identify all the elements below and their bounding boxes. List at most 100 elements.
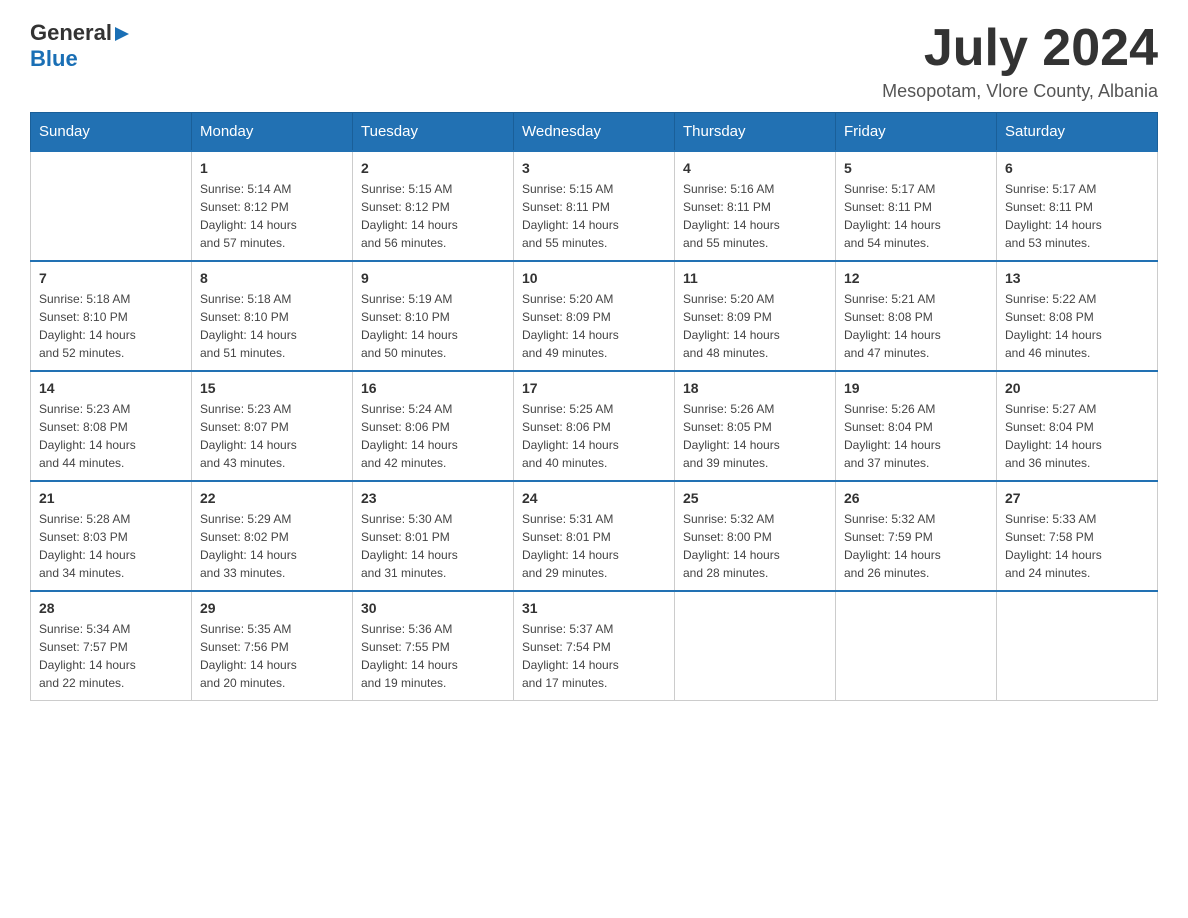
- day-info: Sunrise: 5:34 AM Sunset: 7:57 PM Dayligh…: [39, 620, 183, 692]
- calendar-cell: 18Sunrise: 5:26 AM Sunset: 8:05 PM Dayli…: [675, 371, 836, 481]
- calendar-cell: [836, 591, 997, 701]
- calendar-cell: 22 Sunrise: 5:29 AM Sunset: 8:02 PM Dayli…: [192, 481, 353, 591]
- day-info: Sunrise: 5:23 AM Sunset: 8:08 PM Dayligh…: [39, 400, 183, 472]
- day-info: Sunrise: 5:17 AM Sunset: 8:11 PM Dayligh…: [844, 180, 988, 252]
- calendar-week-row: 28 Sunrise: 5:34 AM Sunset: 7:57 PM Dayli…: [31, 591, 1158, 701]
- day-number: 2: [361, 160, 505, 176]
- calendar-cell: 21 Sunrise: 5:28 AM Sunset: 8:03 PM Dayli…: [31, 481, 192, 591]
- day-info: Sunrise: 5:26 AM Sunset: 8:05 PM Dayligh…: [683, 400, 827, 472]
- day-header-thursday: Thursday: [675, 113, 836, 152]
- day-info: Sunrise: 5:23 AM Sunset: 8:07 PM Dayligh…: [200, 400, 344, 472]
- calendar-cell: 8Sunrise: 5:18 AM Sunset: 8:10 PM Daylig…: [192, 261, 353, 371]
- day-header-sunday: Sunday: [31, 113, 192, 152]
- day-number: 11: [683, 270, 827, 286]
- day-info: Sunrise: 5:24 AM Sunset: 8:06 PM Dayligh…: [361, 400, 505, 472]
- day-info: Sunrise: 5:16 AM Sunset: 8:11 PM Dayligh…: [683, 180, 827, 252]
- calendar-header-row: SundayMondayTuesdayWednesdayThursdayFrid…: [31, 113, 1158, 152]
- day-info: Sunrise: 5:29 AM Sunset: 8:02 PM Dayligh…: [200, 510, 344, 582]
- day-header-saturday: Saturday: [997, 113, 1158, 152]
- day-info: Sunrise: 5:35 AM Sunset: 7:56 PM Dayligh…: [200, 620, 344, 692]
- day-header-tuesday: Tuesday: [353, 113, 514, 152]
- logo: General Blue: [30, 20, 129, 73]
- day-info: Sunrise: 5:20 AM Sunset: 8:09 PM Dayligh…: [683, 290, 827, 362]
- day-number: 3: [522, 160, 666, 176]
- day-number: 24: [522, 490, 666, 506]
- day-info: Sunrise: 5:18 AM Sunset: 8:10 PM Dayligh…: [39, 290, 183, 362]
- day-number: 29: [200, 600, 344, 616]
- calendar-cell: 11 Sunrise: 5:20 AM Sunset: 8:09 PM Dayli…: [675, 261, 836, 371]
- day-number: 16: [361, 380, 505, 396]
- calendar-week-row: 7 Sunrise: 5:18 AM Sunset: 8:10 PM Daylig…: [31, 261, 1158, 371]
- day-number: 17: [522, 380, 666, 396]
- day-number: 25: [683, 490, 827, 506]
- calendar-cell: 14Sunrise: 5:23 AM Sunset: 8:08 PM Dayli…: [31, 371, 192, 481]
- day-number: 6: [1005, 160, 1149, 176]
- day-info: Sunrise: 5:15 AM Sunset: 8:12 PM Dayligh…: [361, 180, 505, 252]
- day-header-friday: Friday: [836, 113, 997, 152]
- day-number: 5: [844, 160, 988, 176]
- day-header-wednesday: Wednesday: [514, 113, 675, 152]
- day-info: Sunrise: 5:25 AM Sunset: 8:06 PM Dayligh…: [522, 400, 666, 472]
- calendar-week-row: 21 Sunrise: 5:28 AM Sunset: 8:03 PM Dayli…: [31, 481, 1158, 591]
- day-number: 9: [361, 270, 505, 286]
- day-info: Sunrise: 5:20 AM Sunset: 8:09 PM Dayligh…: [522, 290, 666, 362]
- day-number: 13: [1005, 270, 1149, 286]
- day-number: 22: [200, 490, 344, 506]
- calendar-cell: 6 Sunrise: 5:17 AM Sunset: 8:11 PM Daylig…: [997, 151, 1158, 261]
- day-info: Sunrise: 5:37 AM Sunset: 7:54 PM Dayligh…: [522, 620, 666, 692]
- calendar-cell: 2 Sunrise: 5:15 AM Sunset: 8:12 PM Daylig…: [353, 151, 514, 261]
- day-info: Sunrise: 5:21 AM Sunset: 8:08 PM Dayligh…: [844, 290, 988, 362]
- title-section: July 2024 Mesopotam, Vlore County, Alban…: [882, 20, 1158, 102]
- day-info: Sunrise: 5:32 AM Sunset: 7:59 PM Dayligh…: [844, 510, 988, 582]
- day-info: Sunrise: 5:32 AM Sunset: 8:00 PM Dayligh…: [683, 510, 827, 582]
- day-number: 23: [361, 490, 505, 506]
- logo-triangle-icon: [115, 27, 129, 41]
- day-number: 31: [522, 600, 666, 616]
- day-header-monday: Monday: [192, 113, 353, 152]
- day-info: Sunrise: 5:15 AM Sunset: 8:11 PM Dayligh…: [522, 180, 666, 252]
- calendar-cell: 26 Sunrise: 5:32 AM Sunset: 7:59 PM Dayli…: [836, 481, 997, 591]
- day-number: 20: [1005, 380, 1149, 396]
- day-number: 7: [39, 270, 183, 286]
- day-info: Sunrise: 5:28 AM Sunset: 8:03 PM Dayligh…: [39, 510, 183, 582]
- day-info: Sunrise: 5:17 AM Sunset: 8:11 PM Dayligh…: [1005, 180, 1149, 252]
- calendar-cell: 5 Sunrise: 5:17 AM Sunset: 8:11 PM Daylig…: [836, 151, 997, 261]
- calendar-cell: 23 Sunrise: 5:30 AM Sunset: 8:01 PM Dayli…: [353, 481, 514, 591]
- calendar-table: SundayMondayTuesdayWednesdayThursdayFrid…: [30, 112, 1158, 701]
- day-info: Sunrise: 5:18 AM Sunset: 8:10 PM Dayligh…: [200, 290, 344, 362]
- logo-blue-text: Blue: [30, 46, 78, 71]
- calendar-cell: 19Sunrise: 5:26 AM Sunset: 8:04 PM Dayli…: [836, 371, 997, 481]
- logo-container: General Blue: [30, 20, 129, 73]
- calendar-cell: 27Sunrise: 5:33 AM Sunset: 7:58 PM Dayli…: [997, 481, 1158, 591]
- logo-general-text: General: [30, 20, 112, 46]
- day-info: Sunrise: 5:36 AM Sunset: 7:55 PM Dayligh…: [361, 620, 505, 692]
- day-info: Sunrise: 5:19 AM Sunset: 8:10 PM Dayligh…: [361, 290, 505, 362]
- calendar-cell: 16 Sunrise: 5:24 AM Sunset: 8:06 PM Dayli…: [353, 371, 514, 481]
- day-number: 12: [844, 270, 988, 286]
- day-number: 1: [200, 160, 344, 176]
- day-info: Sunrise: 5:14 AM Sunset: 8:12 PM Dayligh…: [200, 180, 344, 252]
- day-info: Sunrise: 5:30 AM Sunset: 8:01 PM Dayligh…: [361, 510, 505, 582]
- day-info: Sunrise: 5:26 AM Sunset: 8:04 PM Dayligh…: [844, 400, 988, 472]
- day-number: 26: [844, 490, 988, 506]
- day-number: 28: [39, 600, 183, 616]
- location-text: Mesopotam, Vlore County, Albania: [882, 81, 1158, 102]
- calendar-cell: 9 Sunrise: 5:19 AM Sunset: 8:10 PM Daylig…: [353, 261, 514, 371]
- calendar-cell: 7 Sunrise: 5:18 AM Sunset: 8:10 PM Daylig…: [31, 261, 192, 371]
- calendar-week-row: 14Sunrise: 5:23 AM Sunset: 8:08 PM Dayli…: [31, 371, 1158, 481]
- day-info: Sunrise: 5:33 AM Sunset: 7:58 PM Dayligh…: [1005, 510, 1149, 582]
- calendar-cell: [31, 151, 192, 261]
- calendar-cell: 12 Sunrise: 5:21 AM Sunset: 8:08 PM Dayli…: [836, 261, 997, 371]
- day-info: Sunrise: 5:22 AM Sunset: 8:08 PM Dayligh…: [1005, 290, 1149, 362]
- day-number: 21: [39, 490, 183, 506]
- calendar-cell: 3 Sunrise: 5:15 AM Sunset: 8:11 PM Daylig…: [514, 151, 675, 261]
- day-number: 10: [522, 270, 666, 286]
- calendar-cell: 4Sunrise: 5:16 AM Sunset: 8:11 PM Daylig…: [675, 151, 836, 261]
- day-number: 15: [200, 380, 344, 396]
- calendar-cell: 20Sunrise: 5:27 AM Sunset: 8:04 PM Dayli…: [997, 371, 1158, 481]
- month-title: July 2024: [882, 20, 1158, 77]
- calendar-week-row: 1 Sunrise: 5:14 AM Sunset: 8:12 PM Daylig…: [31, 151, 1158, 261]
- calendar-cell: 1 Sunrise: 5:14 AM Sunset: 8:12 PM Daylig…: [192, 151, 353, 261]
- calendar-cell: 13 Sunrise: 5:22 AM Sunset: 8:08 PM Dayli…: [997, 261, 1158, 371]
- calendar-cell: 24Sunrise: 5:31 AM Sunset: 8:01 PM Dayli…: [514, 481, 675, 591]
